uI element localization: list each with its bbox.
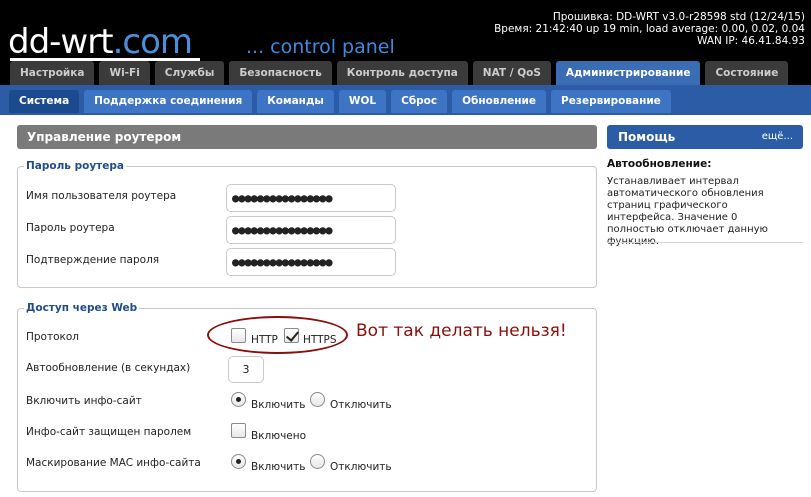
section-title: Управление роутером — [17, 125, 597, 149]
username-label: Имя пользователя роутера — [26, 190, 177, 202]
router-info: Прошивка: DD-WRT v3.0-r28598 std (12/24/… — [494, 11, 805, 47]
ddwrt-logo: dd-wrt.com — [8, 22, 193, 62]
info-site-disable-radio[interactable] — [310, 392, 325, 407]
warning-ellipse — [207, 316, 348, 354]
subtab-wol[interactable]: WOL — [338, 90, 387, 113]
tab-nat-qos[interactable]: NAT / QoS — [472, 61, 551, 85]
password-field[interactable]: ●●●●●●●●●●●●●●●● — [226, 216, 396, 244]
mac-mask-disable-label: Отключить — [330, 461, 392, 473]
refresh-input[interactable]: 3 — [228, 356, 264, 383]
subtab-upgrade[interactable]: Обновление — [452, 90, 547, 113]
help-title: Помощь — [618, 130, 676, 144]
tab-services[interactable]: Службы — [154, 61, 225, 85]
help-subtitle: Автообновление: — [607, 158, 712, 170]
subtab-reset[interactable]: Сброс — [391, 90, 448, 113]
tab-access-control[interactable]: Контроль доступа — [336, 61, 468, 85]
username-field[interactable]: ●●●●●●●●●●●●●●●● — [226, 184, 396, 212]
router-password-legend: Пароль роутера — [24, 160, 126, 173]
help-text: Устанавливает интервал автоматического о… — [607, 176, 768, 247]
info-site-enable-radio[interactable] — [231, 392, 246, 407]
info-site-password-checkbox[interactable] — [231, 423, 246, 438]
subtab-system[interactable]: Система — [9, 90, 80, 113]
tab-wifi[interactable]: Wi-Fi — [99, 61, 150, 85]
tab-setup[interactable]: Настройка — [10, 61, 95, 85]
info-site-password-label: Инфо-сайт защищен паролем — [26, 426, 192, 438]
subtab-commands[interactable]: Команды — [257, 90, 334, 113]
tagline: ... control panel — [246, 36, 395, 58]
tab-security[interactable]: Безопасность — [229, 61, 332, 85]
tab-status[interactable]: Состояние — [705, 61, 789, 85]
mac-mask-enable-label: Включить — [251, 461, 306, 473]
info-site-password-option: Включено — [251, 430, 307, 442]
uptime-info: Время: 21:42:40 up 19 min, load average:… — [494, 23, 805, 35]
main-tabs: Настройка Wi-Fi Службы Безопасность Конт… — [10, 61, 793, 85]
info-site-disable-label: Отключить — [330, 399, 392, 411]
web-access-legend: Доступ через Web — [24, 302, 140, 315]
help-more-link[interactable]: ещё... — [762, 125, 793, 149]
protocol-label: Протокол — [26, 331, 80, 343]
password-label: Пароль роутера — [26, 222, 115, 234]
help-header: Помощь ещё... — [607, 125, 803, 149]
help-divider — [607, 242, 803, 243]
refresh-label: Автообновление (в секундах) — [26, 362, 191, 374]
info-site-label: Включить инфо-сайт — [26, 395, 142, 407]
firmware-info: Прошивка: DD-WRT v3.0-r28598 std (12/24/… — [552, 11, 805, 23]
confirm-password-label: Подтверждение пароля — [26, 254, 160, 266]
wan-ip-info: WAN IP: 46.41.84.93 — [697, 35, 805, 47]
warning-annotation: Вот так делать нельзя! — [356, 321, 567, 341]
mac-mask-label: Маскирование MAC инфо-сайта — [26, 457, 201, 469]
sub-tabs: Система Поддержка соединения Команды WOL… — [9, 90, 676, 113]
mac-mask-enable-radio[interactable] — [231, 454, 246, 469]
subtab-keepalive[interactable]: Поддержка соединения — [84, 90, 253, 113]
mac-mask-disable-radio[interactable] — [310, 454, 325, 469]
confirm-password-field[interactable]: ●●●●●●●●●●●●●●●● — [226, 248, 396, 276]
tab-administration[interactable]: Администрирование — [555, 61, 701, 85]
subtab-backup[interactable]: Резервирование — [551, 90, 671, 113]
info-site-enable-label: Включить — [251, 399, 306, 411]
